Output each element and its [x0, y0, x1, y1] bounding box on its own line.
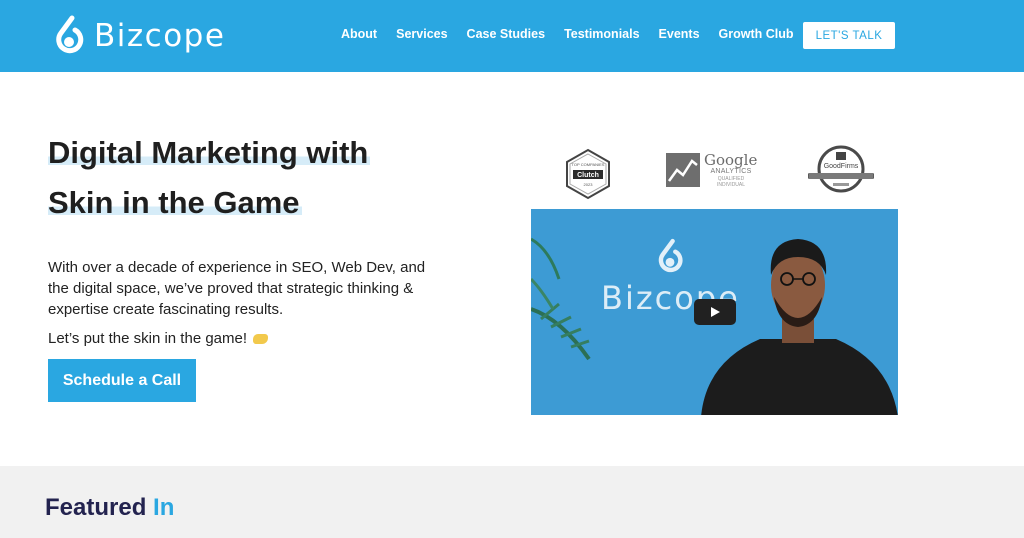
google-analytics-icon — [666, 153, 700, 187]
goodfirms-name-text: GoodFirms — [824, 163, 859, 170]
featured-title-accent: In — [153, 494, 175, 521]
handshake-emoji-icon — [253, 333, 269, 344]
site-header: Bizcope About Services Case Studies Test… — [0, 0, 1024, 72]
nav-case-studies[interactable]: Case Studies — [467, 27, 546, 41]
brand-logo[interactable]: Bizcope — [52, 14, 225, 58]
play-button[interactable] — [694, 299, 736, 325]
tagline-text: Let’s put the skin in the game! — [48, 330, 248, 347]
clutch-top-text: TOP COMPANIES — [572, 162, 605, 167]
palm-leaves — [531, 237, 591, 361]
intro-video[interactable]: Bizcope — [531, 209, 898, 415]
main-nav: About Services Case Studies Testimonials… — [341, 27, 794, 41]
google-word: Google — [704, 151, 758, 169]
headline-line-2: Skin in the Game — [48, 185, 302, 220]
goodfirms-badge: GoodFirms — [805, 145, 877, 199]
headline-line-1: Digital Marketing with — [48, 135, 371, 170]
lets-talk-button[interactable]: LET'S TALK — [803, 22, 895, 49]
goodfirms-badge-icon: GoodFirms — [805, 145, 877, 193]
bizcope-logo-icon — [659, 238, 683, 273]
hero-paragraph: With over a decade of experience in SEO,… — [48, 259, 426, 318]
nav-testimonials[interactable]: Testimonials — [564, 27, 639, 41]
nav-about[interactable]: About — [341, 27, 377, 41]
google-sub: ANALYTICS — [710, 168, 752, 175]
google-sub2: QUALIFIED INDIVIDUAL — [716, 176, 746, 188]
play-icon — [711, 307, 720, 317]
bizcope-logo-icon — [56, 15, 84, 54]
nav-services[interactable]: Services — [396, 27, 447, 41]
featured-title: Featured In — [45, 494, 174, 522]
schedule-call-button[interactable]: Schedule a Call — [48, 359, 196, 402]
clutch-year-text: 2023 — [584, 182, 594, 187]
featured-title-main: Featured — [45, 494, 147, 521]
hero-tagline: Let’s put the skin in the game! — [48, 330, 269, 347]
nav-growth-club[interactable]: Growth Club — [719, 27, 794, 41]
clutch-badge-icon: TOP COMPANIES Clutch 2023 — [566, 148, 610, 200]
brand-name: Bizcope — [94, 18, 226, 54]
hero-headline: Digital Marketing with Skin in the Game — [48, 128, 371, 228]
nav-events[interactable]: Events — [659, 27, 700, 41]
clutch-badge: TOP COMPANIES Clutch 2023 — [562, 148, 614, 200]
google-analytics-badge: Google ANALYTICS QUALIFIED INDIVIDUAL — [666, 148, 758, 192]
clutch-name-text: Clutch — [577, 172, 599, 179]
